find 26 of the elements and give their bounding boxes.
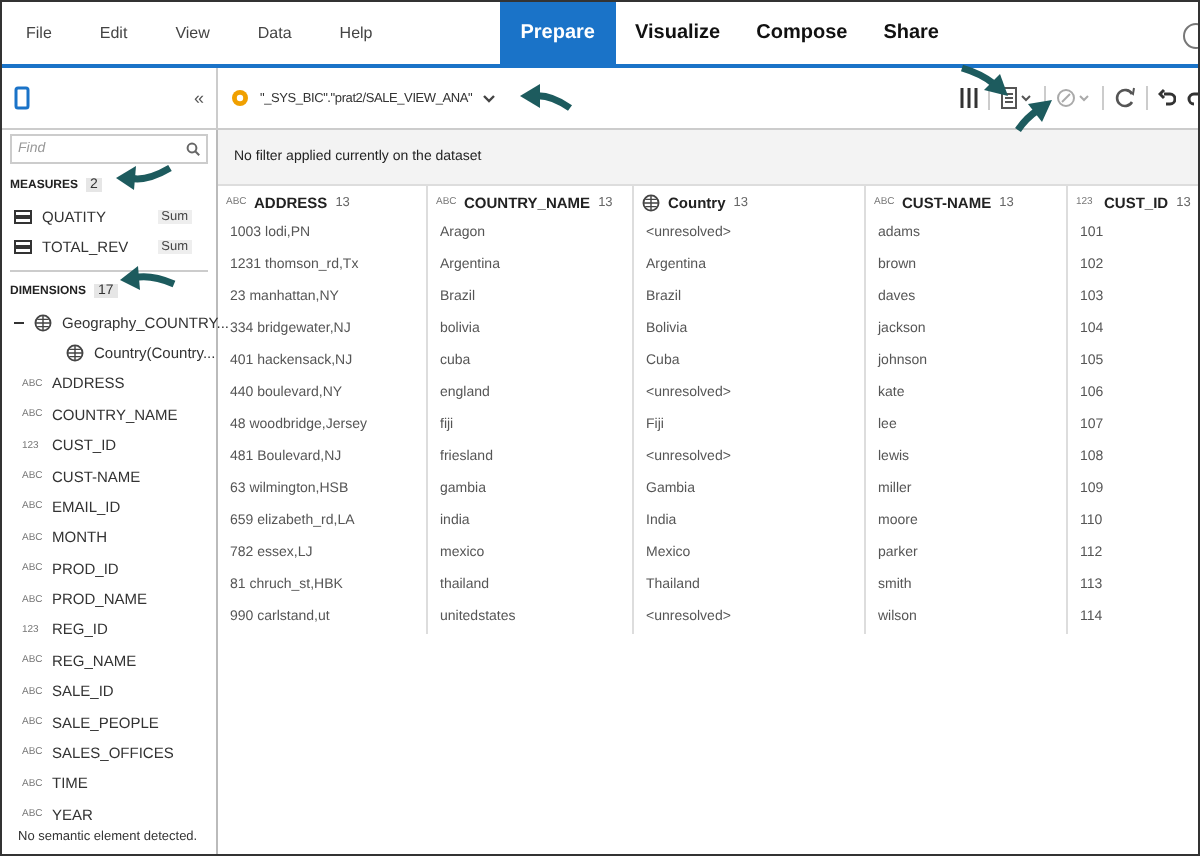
menu-item[interactable]: File <box>18 2 76 64</box>
globe-icon <box>34 313 52 332</box>
menu-item[interactable]: View <box>167 2 234 64</box>
menu-item[interactable]: Data <box>249 2 316 64</box>
collapse-button[interactable]: « <box>193 88 204 108</box>
panel-icon[interactable] <box>14 86 30 110</box>
redo-icon[interactable] <box>1186 88 1198 108</box>
annotation-arrow <box>120 266 176 290</box>
search-icon <box>186 142 200 156</box>
columns-icon[interactable] <box>960 86 978 110</box>
annotation-arrow <box>1015 100 1052 132</box>
mode-tab[interactable]: Visualize <box>619 2 737 64</box>
menu-item[interactable]: Help <box>331 2 397 64</box>
annotation-arrow <box>520 84 572 111</box>
annotation-arrow <box>116 164 172 190</box>
refresh-icon[interactable] <box>1114 86 1136 110</box>
menu-item[interactable]: Edit <box>91 2 152 64</box>
globe-icon <box>642 193 660 211</box>
annotation-arrow <box>960 64 1008 96</box>
mode-tab[interactable]: Compose <box>740 2 864 64</box>
caret-icon[interactable] <box>482 93 497 103</box>
list-dropdown-icon[interactable] <box>1000 86 1034 110</box>
mode-tab[interactable]: Prepare <box>500 2 615 64</box>
globe-icon <box>66 344 84 363</box>
undo-icon[interactable] <box>1158 88 1176 108</box>
mode-tab[interactable]: Share <box>867 2 955 64</box>
